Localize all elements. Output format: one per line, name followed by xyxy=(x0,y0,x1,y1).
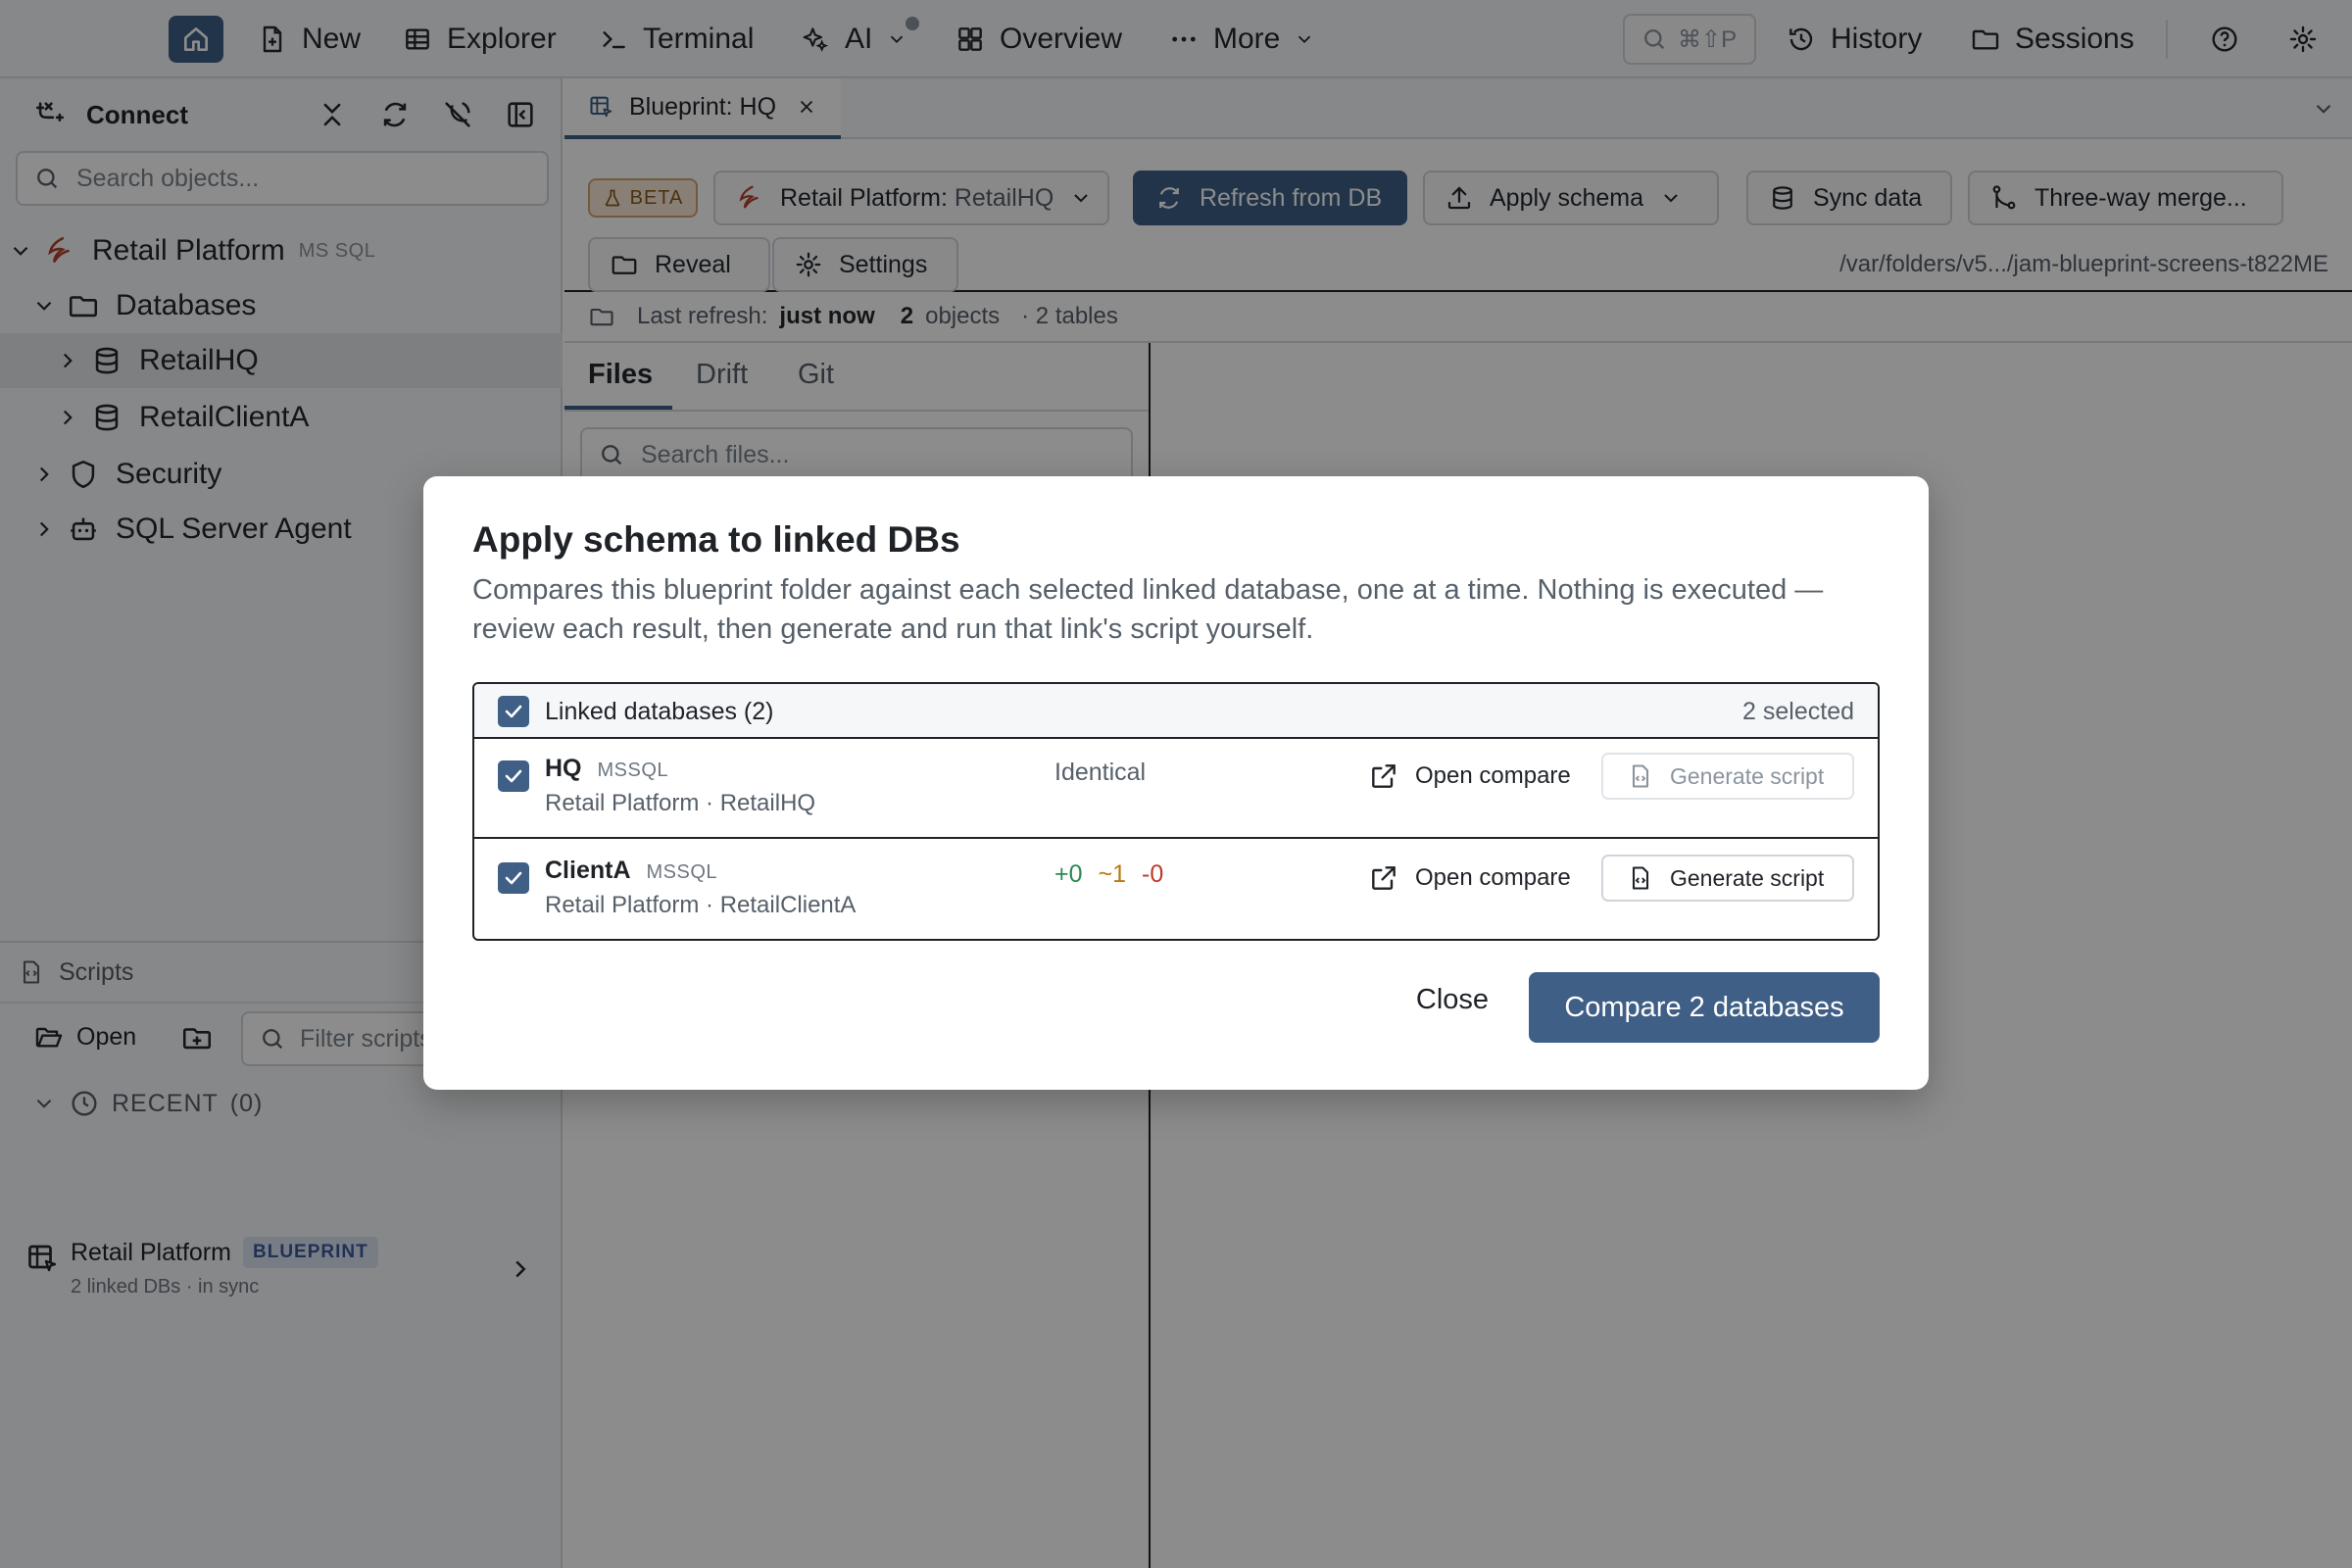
open-compare-button[interactable]: Open compare xyxy=(1368,857,1571,900)
check-icon xyxy=(505,769,522,783)
selected-count: 2 selected xyxy=(1742,698,1854,725)
linked-db-name-text: HQ xyxy=(545,755,582,782)
generate-script-label: Generate script xyxy=(1670,864,1825,891)
row-checkbox-hq[interactable] xyxy=(498,760,529,792)
generate-script-label: Generate script xyxy=(1670,762,1825,789)
diff-added: +0 xyxy=(1054,860,1083,888)
linked-db-path: Retail Platform · RetailClientA xyxy=(545,892,857,918)
diff-changed: ~1 xyxy=(1098,860,1127,888)
select-all-checkbox[interactable] xyxy=(498,696,529,727)
diff-removed: -0 xyxy=(1142,860,1164,888)
compare-result: Identical xyxy=(1054,759,1147,786)
linked-db-name-text: ClientA xyxy=(545,857,631,884)
open-compare-label: Open compare xyxy=(1415,864,1571,891)
external-link-icon xyxy=(1372,764,1396,788)
check-icon xyxy=(505,705,522,718)
linked-databases-header: Linked databases (2) 2 selected xyxy=(474,684,1878,739)
linked-databases-label: Linked databases (2) xyxy=(545,698,774,725)
generate-script-button[interactable]: Generate script xyxy=(1601,855,1854,902)
generate-script-button[interactable]: Generate script xyxy=(1601,753,1854,800)
diff-summary: +0 ~1 -0 xyxy=(1054,860,1163,889)
open-compare-button[interactable]: Open compare xyxy=(1368,755,1571,798)
external-link-icon xyxy=(1372,866,1396,890)
dialog-title: Apply schema to linked DBs xyxy=(472,519,960,560)
linked-db-engine: MSSQL xyxy=(597,760,669,781)
linked-db-row-hq: HQ MSSQL Retail Platform · RetailHQ Ident… xyxy=(474,739,1878,839)
linked-databases-table: Linked databases (2) 2 selected HQ MSSQL … xyxy=(472,682,1880,941)
linked-db-name: HQ MSSQL xyxy=(545,755,668,783)
apply-schema-dialog: Apply schema to linked DBs Compares this… xyxy=(423,476,1929,1090)
linked-db-path: Retail Platform · RetailHQ xyxy=(545,790,816,816)
row-checkbox-clienta[interactable] xyxy=(498,862,529,894)
close-button[interactable]: Close xyxy=(1384,972,1521,1027)
linked-db-engine: MSSQL xyxy=(646,861,718,883)
file-code-icon xyxy=(1632,866,1649,890)
dialog-description: Compares this blueprint folder against e… xyxy=(472,574,1824,645)
linked-db-row-clienta: ClientA MSSQL Retail Platform · RetailCli… xyxy=(474,841,1878,939)
compare-databases-button[interactable]: Compare 2 databases xyxy=(1529,972,1880,1043)
open-compare-label: Open compare xyxy=(1415,762,1571,789)
file-code-icon xyxy=(1632,764,1649,788)
check-icon xyxy=(505,871,522,885)
linked-db-name: ClientA MSSQL xyxy=(545,857,717,885)
